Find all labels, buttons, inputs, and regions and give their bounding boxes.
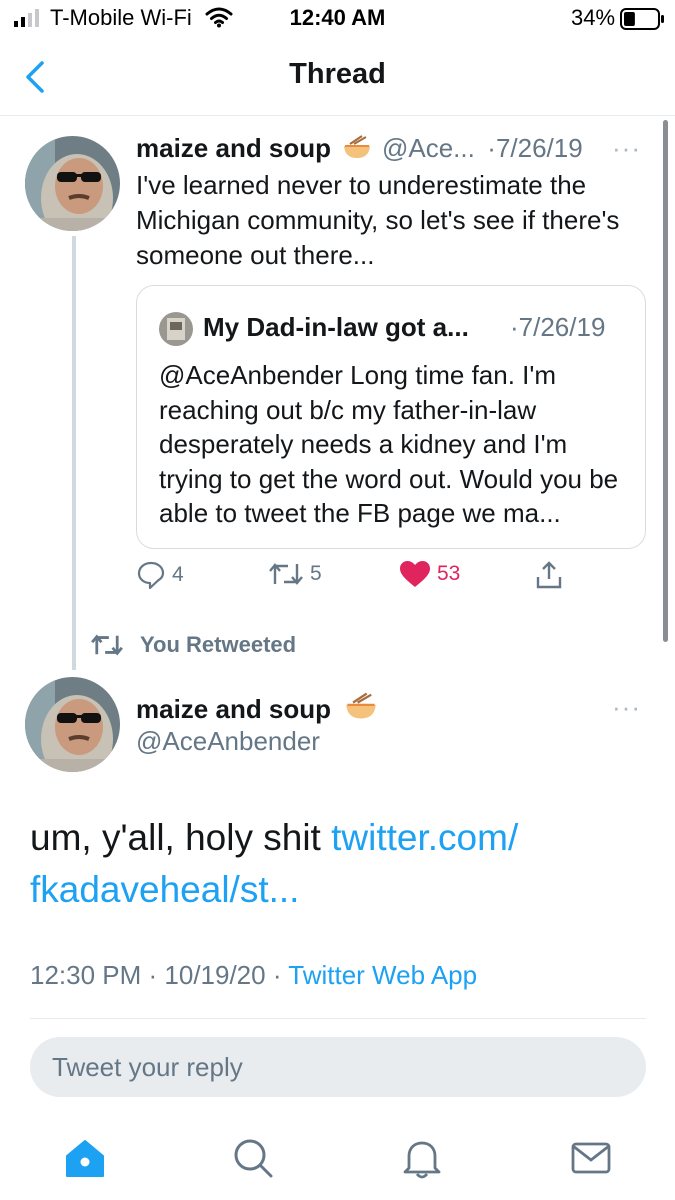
quoted-tweet-date: ·7/26/19 [510,312,606,342]
display-name[interactable]: maize and soup [136,694,331,724]
like-button[interactable]: 53 [399,560,460,588]
heart-icon [400,561,430,587]
search-icon[interactable] [231,1136,275,1180]
share-button[interactable] [534,560,570,590]
tweet-date[interactable]: ·7/26/19 [487,133,582,163]
tweet-header: maize and soup @Ace... ·7/26/19 [136,133,583,164]
tweet-text-body: um, y'all, holy shit [30,817,332,858]
retweet-icon [91,634,123,656]
tab-bar [0,1120,675,1200]
user-handle[interactable]: @AceAnbender [136,726,320,757]
quoted-tweet-card[interactable]: My Dad-in-law got a... ·7/26/19 @AceAnbe… [136,285,646,549]
like-count: 53 [437,562,461,585]
tweet-text: um, y'all, holy shit twitter.com/fkadave… [30,812,630,916]
messages-icon[interactable] [569,1136,613,1180]
tweet-text: I've learned never to underestimate the … [136,170,620,270]
quoted-display-name: My Dad-in-law got a... [203,312,469,342]
retweet-count: 5 [310,562,322,585]
display-name[interactable]: maize and soup [136,133,331,163]
battery-icon [620,8,664,30]
scrollbar[interactable] [663,120,668,642]
more-options-icon[interactable]: ··· [612,692,641,723]
profile-photo-icon [25,136,120,231]
reply-button[interactable]: 4 [136,560,184,590]
retweet-icon [269,563,303,585]
tweet-actions: 4 5 53 [136,560,636,600]
thread-connector-line [72,236,76,670]
more-options-icon[interactable]: ··· [612,133,641,164]
navigation-bar: Thread [0,38,675,116]
share-icon [536,561,562,589]
tweet-meta: 12:30 PM · 10/19/20 · Twitter Web App [30,960,477,991]
ramen-bowl-icon [343,135,370,158]
page-title: Thread [289,58,386,90]
reply-icon [137,561,165,590]
profile-photo-icon [25,677,120,772]
divider [30,1018,646,1019]
reply-count: 4 [172,563,184,586]
retweet-context-label: You Retweeted [140,632,297,657]
reply-placeholder: Tweet your reply [52,1052,243,1082]
home-icon[interactable] [63,1136,107,1180]
tweet-link-continued[interactable]: fkadaveheal/st... [30,869,299,910]
quoted-avatar [159,312,193,346]
profile-photo-icon [159,312,193,346]
quoted-tweet-text: @AceAnbender Long time fan. I'm reaching… [159,360,619,528]
tweet-header: maize and soup [136,691,378,725]
ramen-bowl-icon [345,692,376,719]
tweet-source-link[interactable]: Twitter Web App [288,960,477,990]
user-handle[interactable]: @Ace... [382,133,475,163]
tweet-link[interactable]: twitter.com/ [331,817,518,858]
status-bar: T-Mobile Wi-Fi 12:40 AM 34% [0,0,675,38]
battery-percent: 34% [571,5,616,30]
notifications-icon[interactable] [400,1136,444,1180]
reply-input[interactable]: Tweet your reply [30,1037,646,1097]
avatar[interactable] [25,677,120,772]
retweet-context: You Retweeted [90,632,296,658]
avatar[interactable] [25,136,120,231]
tweet-timestamp: 12:30 PM · 10/19/20 · [30,960,289,990]
retweet-button[interactable]: 5 [268,560,322,588]
